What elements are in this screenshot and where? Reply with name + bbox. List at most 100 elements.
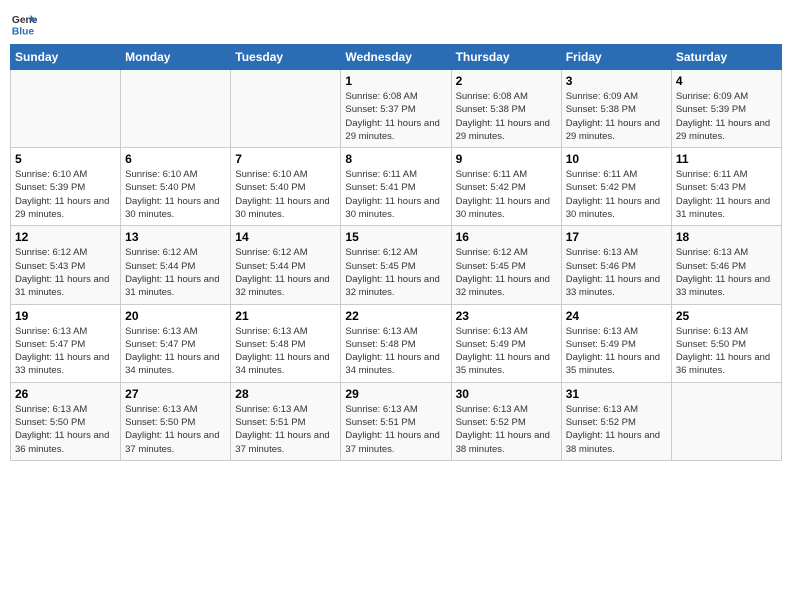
calendar-cell: 9 Sunrise: 6:11 AMSunset: 5:42 PMDaylight… bbox=[451, 148, 561, 226]
day-info: Sunrise: 6:11 AMSunset: 5:43 PMDaylight:… bbox=[676, 168, 777, 221]
day-info: Sunrise: 6:11 AMSunset: 5:42 PMDaylight:… bbox=[456, 168, 557, 221]
calendar-cell: 6 Sunrise: 6:10 AMSunset: 5:40 PMDaylight… bbox=[121, 148, 231, 226]
day-info: Sunrise: 6:13 AMSunset: 5:47 PMDaylight:… bbox=[15, 325, 116, 378]
day-number: 20 bbox=[125, 309, 226, 323]
calendar-cell bbox=[121, 70, 231, 148]
day-info: Sunrise: 6:13 AMSunset: 5:49 PMDaylight:… bbox=[456, 325, 557, 378]
day-number: 14 bbox=[235, 230, 336, 244]
calendar-cell: 24 Sunrise: 6:13 AMSunset: 5:49 PMDayligh… bbox=[561, 304, 671, 382]
calendar-cell: 15 Sunrise: 6:12 AMSunset: 5:45 PMDayligh… bbox=[341, 226, 451, 304]
calendar-cell: 16 Sunrise: 6:12 AMSunset: 5:45 PMDayligh… bbox=[451, 226, 561, 304]
day-number: 4 bbox=[676, 74, 777, 88]
day-number: 5 bbox=[15, 152, 116, 166]
day-info: Sunrise: 6:09 AMSunset: 5:38 PMDaylight:… bbox=[566, 90, 667, 143]
day-number: 12 bbox=[15, 230, 116, 244]
calendar-cell bbox=[671, 382, 781, 460]
day-number: 30 bbox=[456, 387, 557, 401]
day-number: 18 bbox=[676, 230, 777, 244]
calendar-cell: 18 Sunrise: 6:13 AMSunset: 5:46 PMDayligh… bbox=[671, 226, 781, 304]
calendar-cell: 22Sunrise: 6:13 AMSunset: 5:48 PMDayligh… bbox=[341, 304, 451, 382]
week-row-3: 12 Sunrise: 6:12 AMSunset: 5:43 PMDayligh… bbox=[11, 226, 782, 304]
logo-icon: General Blue bbox=[10, 10, 38, 38]
day-info: Sunrise: 6:12 AMSunset: 5:43 PMDaylight:… bbox=[15, 246, 116, 299]
day-info: Sunrise: 6:12 AMSunset: 5:45 PMDaylight:… bbox=[345, 246, 446, 299]
day-info: Sunrise: 6:12 AMSunset: 5:44 PMDaylight:… bbox=[235, 246, 336, 299]
calendar-cell: 27 Sunrise: 6:13 AMSunset: 5:50 PMDayligh… bbox=[121, 382, 231, 460]
day-number: 9 bbox=[456, 152, 557, 166]
calendar-cell: 1 Sunrise: 6:08 AMSunset: 5:37 PMDaylight… bbox=[341, 70, 451, 148]
day-info: Sunrise: 6:13 AMSunset: 5:48 PMDaylight:… bbox=[235, 325, 336, 378]
calendar-cell: 17 Sunrise: 6:13 AMSunset: 5:46 PMDayligh… bbox=[561, 226, 671, 304]
calendar-cell: 8 Sunrise: 6:11 AMSunset: 5:41 PMDaylight… bbox=[341, 148, 451, 226]
calendar-cell: 4Sunrise: 6:09 AMSunset: 5:39 PMDaylight… bbox=[671, 70, 781, 148]
week-row-2: 5 Sunrise: 6:10 AMSunset: 5:39 PMDaylight… bbox=[11, 148, 782, 226]
calendar-cell: 30 Sunrise: 6:13 AMSunset: 5:52 PMDayligh… bbox=[451, 382, 561, 460]
calendar-cell: 19 Sunrise: 6:13 AMSunset: 5:47 PMDayligh… bbox=[11, 304, 121, 382]
day-info: Sunrise: 6:10 AMSunset: 5:40 PMDaylight:… bbox=[235, 168, 336, 221]
day-info: Sunrise: 6:12 AMSunset: 5:44 PMDaylight:… bbox=[125, 246, 226, 299]
weekday-header-saturday: Saturday bbox=[671, 45, 781, 70]
day-number: 24 bbox=[566, 309, 667, 323]
calendar-cell: 20 Sunrise: 6:13 AMSunset: 5:47 PMDayligh… bbox=[121, 304, 231, 382]
day-info: Sunrise: 6:13 AMSunset: 5:50 PMDaylight:… bbox=[125, 403, 226, 456]
day-number: 26 bbox=[15, 387, 116, 401]
day-number: 16 bbox=[456, 230, 557, 244]
day-info: Sunrise: 6:13 AMSunset: 5:50 PMDaylight:… bbox=[676, 325, 777, 378]
weekday-row: SundayMondayTuesdayWednesdayThursdayFrid… bbox=[11, 45, 782, 70]
calendar-cell bbox=[231, 70, 341, 148]
calendar-cell: 14 Sunrise: 6:12 AMSunset: 5:44 PMDayligh… bbox=[231, 226, 341, 304]
calendar-cell: 28Sunrise: 6:13 AMSunset: 5:51 PMDayligh… bbox=[231, 382, 341, 460]
calendar-cell: 21 Sunrise: 6:13 AMSunset: 5:48 PMDayligh… bbox=[231, 304, 341, 382]
day-number: 27 bbox=[125, 387, 226, 401]
day-info: Sunrise: 6:11 AMSunset: 5:42 PMDaylight:… bbox=[566, 168, 667, 221]
day-number: 29 bbox=[345, 387, 446, 401]
day-info: Sunrise: 6:13 AMSunset: 5:52 PMDaylight:… bbox=[566, 403, 667, 456]
day-number: 1 bbox=[345, 74, 446, 88]
week-row-1: 1 Sunrise: 6:08 AMSunset: 5:37 PMDaylight… bbox=[11, 70, 782, 148]
day-number: 19 bbox=[15, 309, 116, 323]
calendar-cell: 5 Sunrise: 6:10 AMSunset: 5:39 PMDaylight… bbox=[11, 148, 121, 226]
day-number: 15 bbox=[345, 230, 446, 244]
calendar-cell: 13 Sunrise: 6:12 AMSunset: 5:44 PMDayligh… bbox=[121, 226, 231, 304]
day-info: Sunrise: 6:13 AMSunset: 5:46 PMDaylight:… bbox=[566, 246, 667, 299]
weekday-header-tuesday: Tuesday bbox=[231, 45, 341, 70]
day-info: Sunrise: 6:08 AMSunset: 5:37 PMDaylight:… bbox=[345, 90, 446, 143]
calendar-cell: 12 Sunrise: 6:12 AMSunset: 5:43 PMDayligh… bbox=[11, 226, 121, 304]
day-info: Sunrise: 6:13 AMSunset: 5:51 PMDaylight:… bbox=[235, 403, 336, 456]
calendar-table: SundayMondayTuesdayWednesdayThursdayFrid… bbox=[10, 44, 782, 461]
day-number: 2 bbox=[456, 74, 557, 88]
day-info: Sunrise: 6:10 AMSunset: 5:39 PMDaylight:… bbox=[15, 168, 116, 221]
day-number: 10 bbox=[566, 152, 667, 166]
day-info: Sunrise: 6:13 AMSunset: 5:51 PMDaylight:… bbox=[345, 403, 446, 456]
calendar-cell bbox=[11, 70, 121, 148]
day-number: 25 bbox=[676, 309, 777, 323]
day-info: Sunrise: 6:10 AMSunset: 5:40 PMDaylight:… bbox=[125, 168, 226, 221]
header: General Blue bbox=[10, 10, 782, 38]
day-number: 21 bbox=[235, 309, 336, 323]
day-info: Sunrise: 6:12 AMSunset: 5:45 PMDaylight:… bbox=[456, 246, 557, 299]
day-number: 11 bbox=[676, 152, 777, 166]
weekday-header-sunday: Sunday bbox=[11, 45, 121, 70]
week-row-5: 26 Sunrise: 6:13 AMSunset: 5:50 PMDayligh… bbox=[11, 382, 782, 460]
day-info: Sunrise: 6:13 AMSunset: 5:52 PMDaylight:… bbox=[456, 403, 557, 456]
calendar-cell: 11 Sunrise: 6:11 AMSunset: 5:43 PMDayligh… bbox=[671, 148, 781, 226]
day-info: Sunrise: 6:08 AMSunset: 5:38 PMDaylight:… bbox=[456, 90, 557, 143]
calendar-cell: 23Sunrise: 6:13 AMSunset: 5:49 PMDayligh… bbox=[451, 304, 561, 382]
logo: General Blue bbox=[10, 10, 38, 38]
day-info: Sunrise: 6:13 AMSunset: 5:46 PMDaylight:… bbox=[676, 246, 777, 299]
day-number: 13 bbox=[125, 230, 226, 244]
day-info: Sunrise: 6:13 AMSunset: 5:47 PMDaylight:… bbox=[125, 325, 226, 378]
day-number: 17 bbox=[566, 230, 667, 244]
day-number: 7 bbox=[235, 152, 336, 166]
calendar-cell: 2 Sunrise: 6:08 AMSunset: 5:38 PMDaylight… bbox=[451, 70, 561, 148]
day-number: 31 bbox=[566, 387, 667, 401]
calendar-cell: 31 Sunrise: 6:13 AMSunset: 5:52 PMDayligh… bbox=[561, 382, 671, 460]
week-row-4: 19 Sunrise: 6:13 AMSunset: 5:47 PMDayligh… bbox=[11, 304, 782, 382]
calendar-cell: 3 Sunrise: 6:09 AMSunset: 5:38 PMDaylight… bbox=[561, 70, 671, 148]
day-number: 8 bbox=[345, 152, 446, 166]
day-info: Sunrise: 6:11 AMSunset: 5:41 PMDaylight:… bbox=[345, 168, 446, 221]
day-number: 6 bbox=[125, 152, 226, 166]
day-info: Sunrise: 6:13 AMSunset: 5:49 PMDaylight:… bbox=[566, 325, 667, 378]
calendar-cell: 10 Sunrise: 6:11 AMSunset: 5:42 PMDayligh… bbox=[561, 148, 671, 226]
day-number: 3 bbox=[566, 74, 667, 88]
